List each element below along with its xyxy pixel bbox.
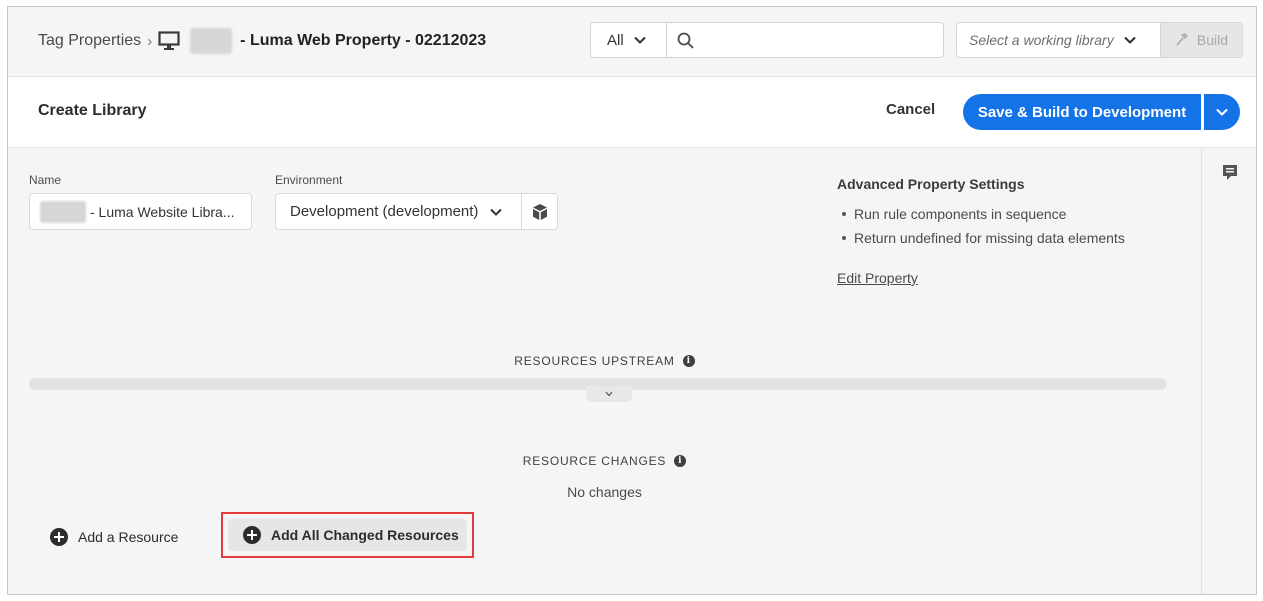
resources-upstream-heading: RESOURCES UPSTREAM i <box>8 354 1201 368</box>
monitor-icon <box>158 31 180 50</box>
environment-field-label: Environment <box>275 173 343 187</box>
environment-dropdown[interactable]: Development (development) <box>275 193 522 230</box>
breadcrumb-separator: › <box>147 32 153 50</box>
add-resource-label: Add a Resource <box>78 529 179 545</box>
info-icon[interactable]: i <box>674 455 687 467</box>
build-button[interactable]: Build <box>1161 22 1243 58</box>
redacted-company-name <box>40 200 86 223</box>
page-header: Create Library Cancel Save & Build to De… <box>8 77 1256 148</box>
app-frame: Tag Properties › - Luma Web Property - 0… <box>7 6 1257 595</box>
library-name-value: - Luma Website Libra... <box>90 203 235 220</box>
advanced-settings-list: Run rule components in sequence Return u… <box>842 202 1125 250</box>
add-all-changed-resources-button[interactable]: Add All Changed Resources <box>228 519 467 551</box>
search-filter-dropdown[interactable]: All <box>590 22 666 58</box>
no-changes-message: No changes <box>567 484 642 500</box>
resources-upstream-title: RESOURCES UPSTREAM <box>514 354 675 368</box>
environment-value: Development (development) <box>290 203 479 220</box>
info-icon[interactable]: i <box>682 355 695 367</box>
hammer-icon <box>1176 33 1188 46</box>
right-rail <box>1201 148 1256 594</box>
working-library-placeholder: Select a working library <box>969 32 1114 48</box>
working-library-dropdown[interactable]: Select a working library <box>956 22 1161 58</box>
plus-circle-icon <box>50 528 68 546</box>
advanced-setting-item: Run rule components in sequence <box>842 202 1125 226</box>
search-filter-value: All <box>607 31 624 49</box>
search-input[interactable] <box>666 22 944 58</box>
chevron-down-icon <box>633 36 646 44</box>
add-resource-button[interactable]: Add a Resource <box>50 523 178 551</box>
chevron-down-icon <box>490 208 503 216</box>
redacted-company-name <box>190 28 233 54</box>
breadcrumb-root-link[interactable]: Tag Properties <box>38 32 141 50</box>
page-title: Create Library <box>38 102 147 119</box>
resource-changes-title: RESOURCE CHANGES <box>522 454 667 468</box>
expand-upstream-toggle[interactable] <box>586 386 632 402</box>
add-all-changed-resources-label: Add All Changed Resources <box>271 527 459 543</box>
comment-icon[interactable] <box>1222 164 1238 182</box>
property-name: - Luma Web Property - 02212023 <box>240 32 487 49</box>
top-bar: Tag Properties › - Luma Web Property - 0… <box>8 7 1256 77</box>
chevron-down-icon <box>1216 108 1228 116</box>
cancel-button[interactable]: Cancel <box>886 101 935 118</box>
environment-package-button[interactable] <box>521 193 558 230</box>
chevron-down-icon <box>1124 36 1136 44</box>
advanced-settings-title: Advanced Property Settings <box>837 176 1025 192</box>
chevron-down-icon <box>605 391 613 397</box>
highlight-box: Add All Changed Resources <box>221 512 474 558</box>
advanced-setting-item: Return undefined for missing data elemen… <box>842 226 1125 250</box>
breadcrumb: Tag Properties › - Luma Web Property - 0… <box>38 28 487 54</box>
name-field-label: Name <box>29 173 62 187</box>
edit-property-link[interactable]: Edit Property <box>837 270 918 286</box>
package-icon <box>532 203 547 220</box>
resource-changes-heading: RESOURCE CHANGES i <box>8 454 1201 468</box>
save-and-build-button[interactable]: Save & Build to Development <box>963 94 1201 130</box>
search-icon <box>677 32 694 49</box>
build-label: Build <box>1196 32 1229 48</box>
plus-circle-icon <box>243 526 261 544</box>
library-form: Name - Luma Website Libra... Environment… <box>8 148 1201 594</box>
save-options-menu-button[interactable] <box>1204 94 1240 130</box>
library-name-field[interactable]: - Luma Website Libra... <box>29 193 252 230</box>
